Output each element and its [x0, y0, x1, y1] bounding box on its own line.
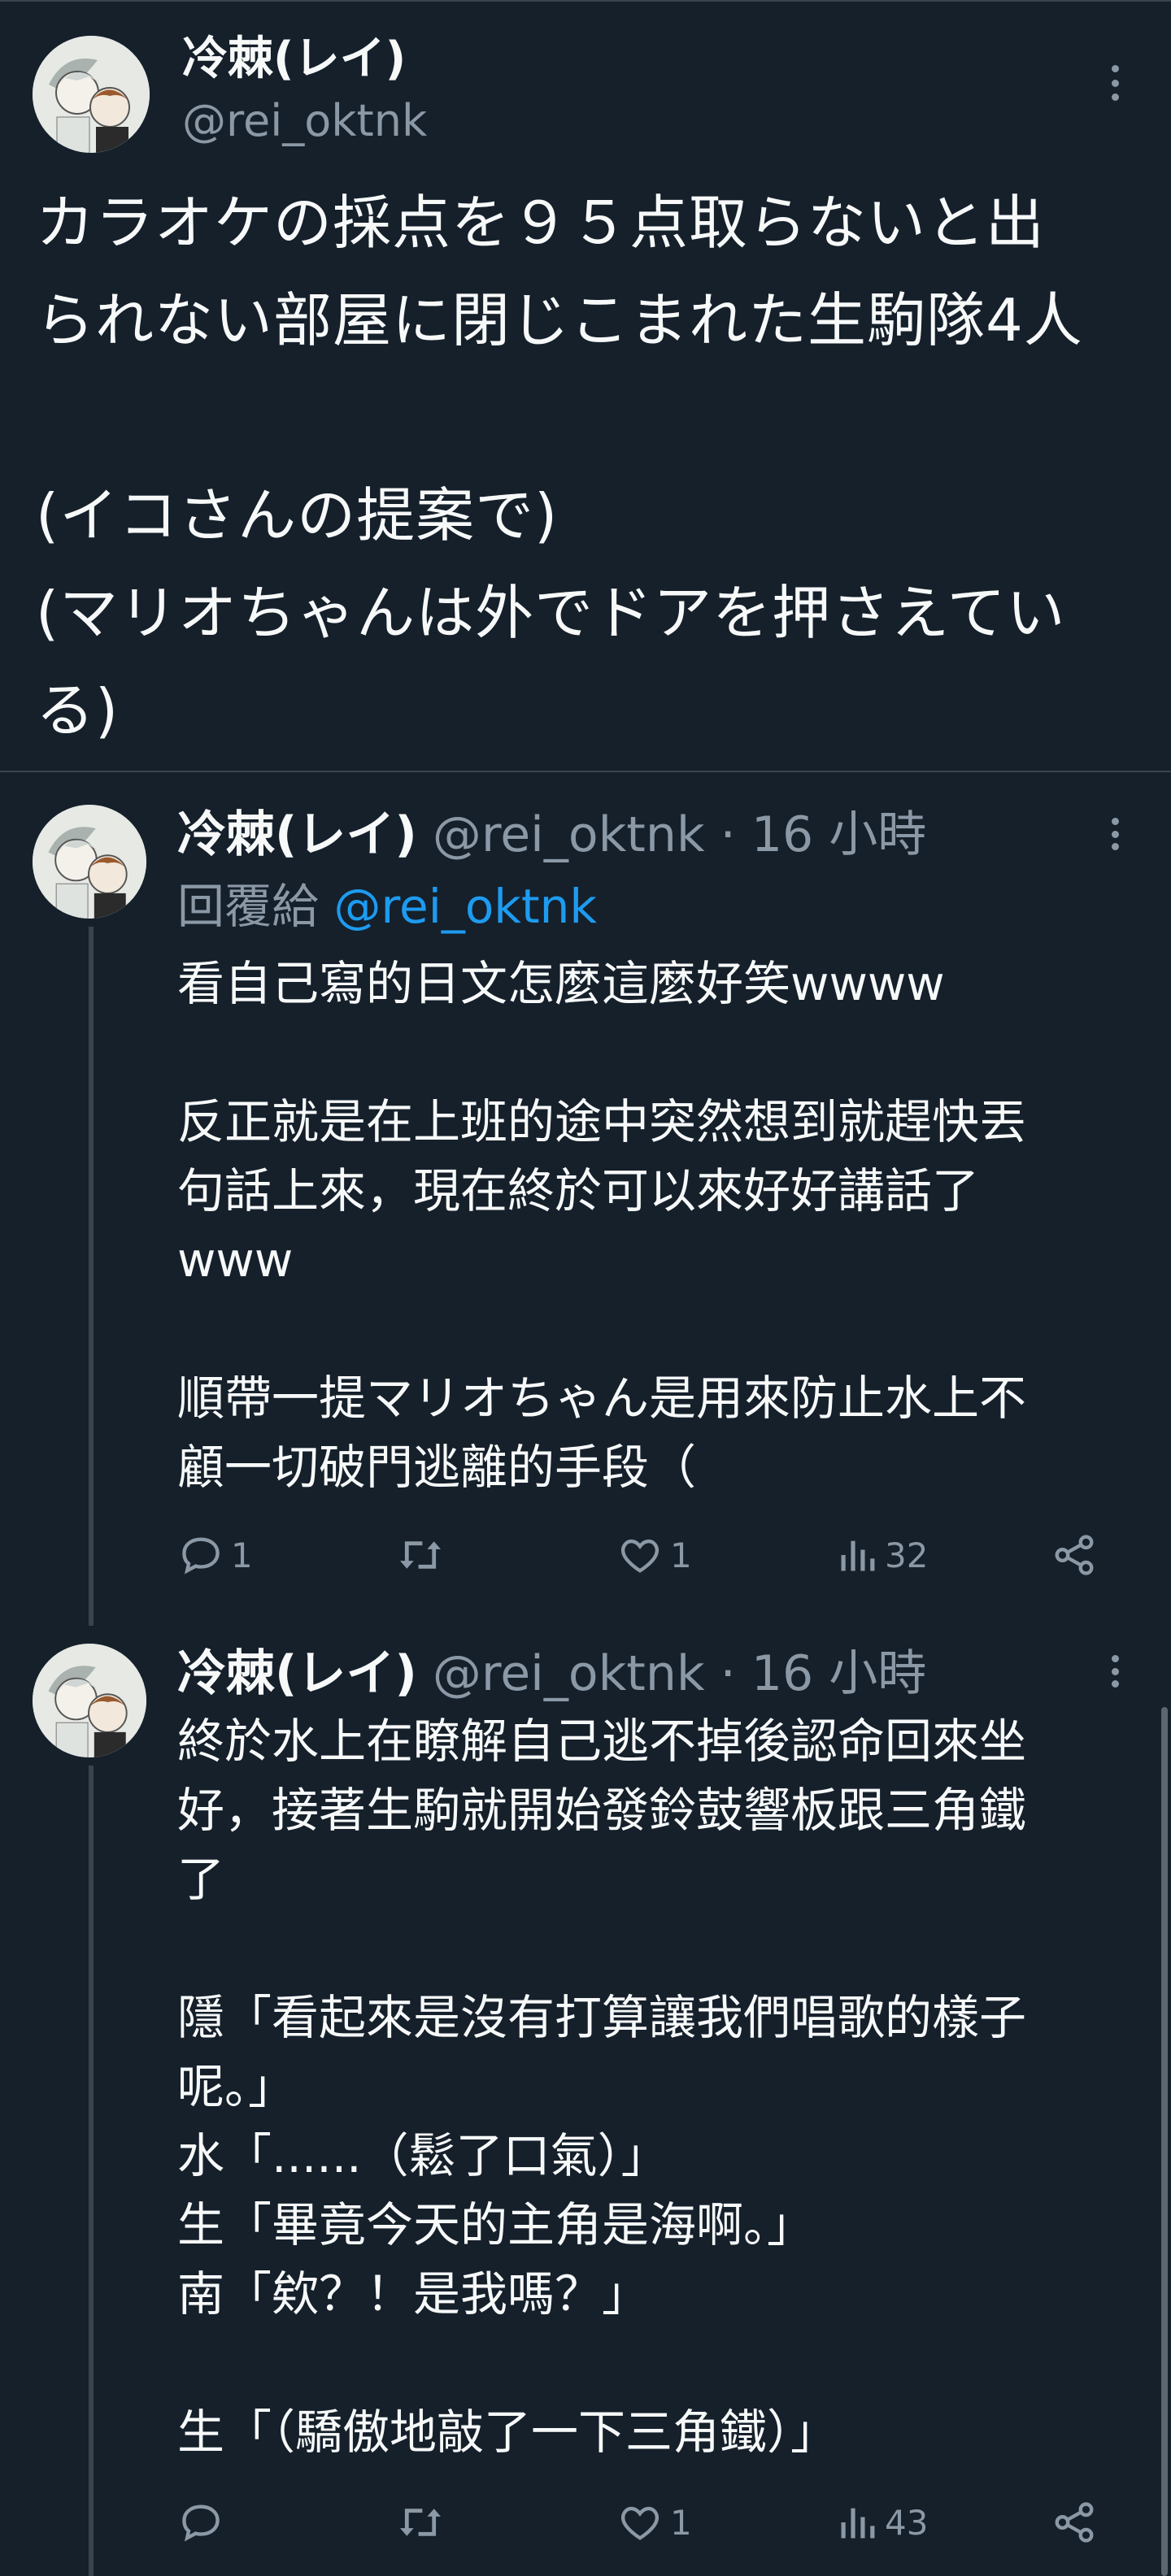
share-icon: [1055, 1535, 1094, 1575]
views-button[interactable]: 32: [836, 1527, 928, 1583]
retweet-button[interactable]: [395, 2494, 452, 2551]
thread-connector: [89, 927, 94, 1626]
reply-header: 冷棘(レイ) @rei_oktnk · 16 小時: [177, 1644, 926, 1704]
avatar-icon[interactable]: [33, 805, 146, 919]
retweet-icon: [399, 2509, 442, 2536]
heart-icon: [620, 2506, 660, 2540]
views-button[interactable]: 43: [836, 2494, 928, 2551]
avatar-icon[interactable]: [33, 36, 150, 153]
handle-and-time[interactable]: @rei_oktnk · 16 小時: [433, 806, 926, 863]
avatar-icon[interactable]: [33, 1644, 146, 1757]
share-button[interactable]: [1051, 2494, 1098, 2551]
replying-to: 回覆給 @rei_oktnk: [177, 878, 597, 935]
reply-label: 回覆給: [177, 879, 320, 934]
author-handle[interactable]: @rei_oktnk: [182, 94, 427, 148]
reply-count: 1: [231, 1535, 253, 1575]
more-options-icon[interactable]: [1109, 818, 1121, 850]
scrollbar[interactable]: [1161, 1707, 1168, 2576]
handle-and-time[interactable]: @rei_oktnk · 16 小時: [433, 1645, 926, 1702]
reply-mention-link[interactable]: @rei_oktnk: [333, 879, 597, 934]
reply-text: 終於水上在瞭解自己逃不掉後認命回來坐 好，接著生駒就開始發鈴鼓響板跟三角鐵 了 …: [177, 1714, 1027, 2460]
more-options-icon[interactable]: [1109, 65, 1121, 101]
reply-button[interactable]: [177, 2494, 231, 2551]
views-chart-icon: [841, 1540, 875, 1571]
share-icon: [1055, 2502, 1094, 2543]
reply-button[interactable]: 1: [177, 1527, 253, 1583]
retweet-button[interactable]: [395, 1527, 452, 1583]
retweet-icon: [399, 1541, 442, 1569]
like-count: 1: [670, 1535, 692, 1575]
views-chart-icon: [841, 2508, 875, 2539]
tweet-text: カラオケの採点を９５点取らないと出 られない部屋に閉じこまれた生駒隊4人 (イコ…: [36, 189, 1083, 745]
author-name[interactable]: 冷棘(レイ): [182, 31, 406, 88]
tweet-actions: 1 43: [177, 2494, 1104, 2551]
tweet-divider: [0, 771, 1171, 772]
top-border: [0, 0, 1171, 2]
share-button[interactable]: [1051, 1527, 1098, 1583]
reply-text: 看自己寫的日文怎麼這麼好笑wwww 反正就是在上班的途中突然想到就趕快丟 句話上…: [177, 956, 1027, 1495]
more-options-icon[interactable]: [1109, 1655, 1121, 1688]
like-button[interactable]: 1: [616, 1527, 692, 1583]
reply-icon: [182, 1537, 220, 1575]
heart-icon: [620, 1539, 660, 1573]
reply-header: 冷棘(レイ) @rei_oktnk · 16 小時: [177, 805, 926, 865]
like-button[interactable]: 1: [616, 2494, 692, 2551]
tweet-actions: 1 1 32: [177, 1527, 1104, 1583]
views-count: 32: [885, 1535, 929, 1575]
like-count: 1: [670, 2502, 692, 2543]
reply-icon: [182, 2504, 220, 2542]
thread-connector: [89, 1766, 94, 2576]
views-count: 43: [885, 2502, 929, 2543]
author-name[interactable]: 冷棘(レイ): [177, 1645, 417, 1702]
author-name[interactable]: 冷棘(レイ): [177, 806, 417, 863]
